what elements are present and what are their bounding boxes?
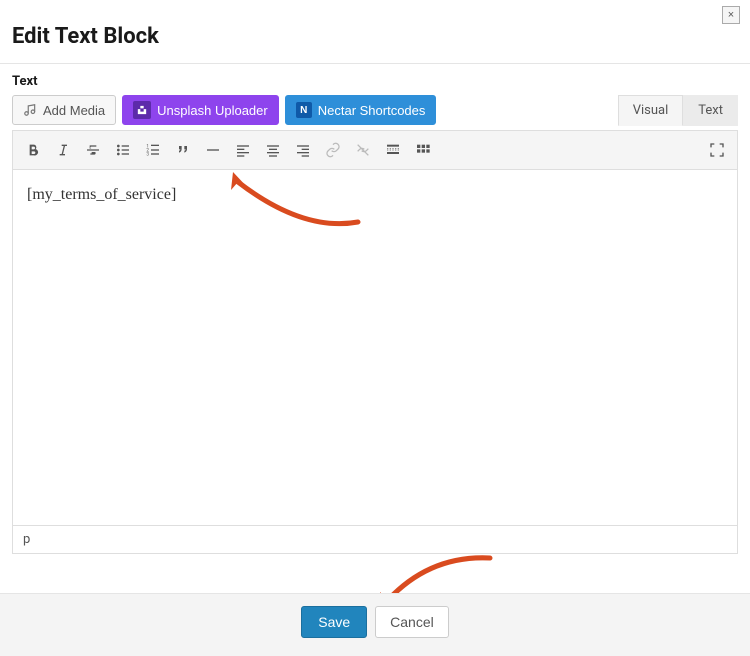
bold-icon[interactable] (19, 136, 47, 164)
align-center-icon[interactable] (259, 136, 287, 164)
tab-visual[interactable]: Visual (618, 95, 684, 126)
nectar-shortcodes-button[interactable]: N Nectar Shortcodes (285, 95, 437, 125)
unsplash-icon (133, 101, 151, 119)
editor-text: [my_terms_of_service] (27, 186, 176, 204)
svg-text:3: 3 (146, 151, 149, 157)
nectar-label: Nectar Shortcodes (318, 103, 426, 118)
align-right-icon[interactable] (289, 136, 317, 164)
unsplash-label: Unsplash Uploader (157, 103, 268, 118)
save-button[interactable]: Save (301, 606, 367, 638)
link-icon (319, 136, 347, 164)
editor-status-bar: p (13, 525, 737, 553)
nectar-icon: N (296, 102, 312, 118)
modal-content: Text Add Media Unsplash Uploader N Necta… (0, 64, 750, 554)
tab-text[interactable]: Text (683, 95, 738, 126)
modal-title: Edit Text Block (12, 24, 738, 49)
modal-footer: Save Cancel (0, 593, 750, 656)
media-button-row: Add Media Unsplash Uploader N Nectar Sho… (12, 95, 738, 125)
italic-icon[interactable] (49, 136, 77, 164)
editor-content-area[interactable]: [my_terms_of_service] (13, 170, 737, 525)
unsplash-uploader-button[interactable]: Unsplash Uploader (122, 95, 279, 125)
bullet-list-icon[interactable] (109, 136, 137, 164)
numbered-list-icon[interactable]: 123 (139, 136, 167, 164)
toolbar-toggle-icon[interactable] (409, 136, 437, 164)
annotation-arrow-top (213, 162, 373, 242)
status-path: p (23, 532, 30, 547)
read-more-icon[interactable] (379, 136, 407, 164)
fullscreen-icon[interactable] (703, 136, 731, 164)
edit-text-block-modal: × Edit Text Block Text Add Media Unsplas… (0, 0, 750, 656)
align-left-icon[interactable] (229, 136, 257, 164)
add-media-button[interactable]: Add Media (12, 95, 116, 125)
editor-toolbar: 123 (13, 131, 737, 170)
music-note-icon (23, 103, 37, 117)
unlink-icon (349, 136, 377, 164)
blockquote-icon[interactable] (169, 136, 197, 164)
editor-wrapper: 123 [my_terms_of_service] (12, 130, 738, 554)
modal-header: Edit Text Block (0, 0, 750, 63)
add-media-label: Add Media (43, 103, 105, 118)
cancel-button[interactable]: Cancel (375, 606, 449, 638)
strikethrough-icon[interactable] (79, 136, 107, 164)
close-button[interactable]: × (722, 6, 740, 24)
editor-tabs: Visual Text (618, 95, 738, 126)
horizontal-rule-icon[interactable] (199, 136, 227, 164)
field-label: Text (12, 74, 738, 89)
